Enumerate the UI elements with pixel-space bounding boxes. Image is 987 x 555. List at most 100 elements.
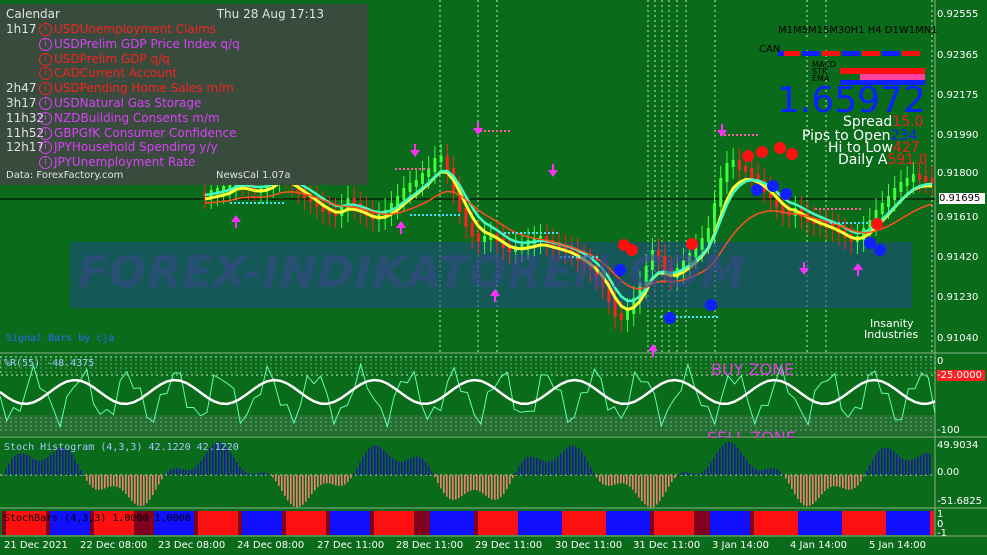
hist-bar (416, 456, 418, 475)
hist-bar (71, 454, 73, 475)
level-dot (827, 208, 829, 210)
hist-bar (164, 474, 166, 476)
stoch-bar (722, 511, 726, 535)
event-title: Pending Home Sales m/m (79, 81, 234, 96)
hist-bar (314, 475, 316, 491)
level-dot (838, 222, 840, 224)
stoch-bar (606, 511, 610, 535)
tf-strip (882, 51, 900, 56)
stoch-bar (898, 511, 902, 535)
level-dot (254, 202, 256, 204)
hist-bar (14, 455, 16, 475)
stoch-bar (374, 511, 378, 535)
hist-bar (833, 475, 835, 487)
hist-bar (191, 469, 193, 475)
stoch-bar (518, 511, 522, 535)
hist-bar (50, 454, 52, 475)
event-currency: GBP (54, 125, 79, 140)
hist-bar (254, 473, 256, 475)
stoch-bar (774, 511, 778, 535)
price-tick: 0.91420 (937, 252, 979, 263)
stoch-bar (350, 511, 354, 535)
stoch-bar (274, 511, 278, 535)
stoch-bar (414, 511, 418, 535)
stoch-bar (818, 511, 822, 535)
hist-bar (779, 471, 781, 475)
level-dot (728, 134, 730, 136)
level-dot (418, 214, 420, 216)
stoch-bar (642, 511, 646, 535)
hist-bar (356, 468, 358, 475)
event-name: NZDBuilding Consents m/m (54, 111, 220, 125)
stoch-bar (214, 511, 218, 535)
event-name: JPYHousehold Spending y/y (54, 140, 218, 154)
stoch-bar (406, 511, 410, 535)
event-title: GfK Consumer Confidence (78, 125, 237, 140)
hist-bar (857, 475, 859, 486)
hist_axis-tick: 49.9034 (937, 440, 979, 451)
time-tick: 23 Dec 08:00 (158, 540, 226, 551)
hist-bar (380, 447, 382, 475)
hist-bar (116, 475, 118, 487)
stoch-bar (726, 511, 730, 535)
hist-bar (824, 475, 826, 492)
level-dot (488, 130, 490, 132)
hist-bar (275, 475, 277, 482)
event-currency: USD (54, 96, 80, 110)
stoch-bar (370, 511, 374, 535)
level-dot (504, 232, 506, 234)
hist-bar (170, 469, 172, 475)
hist-bar (764, 469, 766, 475)
stoch-bar (542, 511, 546, 535)
stoch-bar (906, 511, 910, 535)
hist-bar (77, 464, 79, 475)
level-dot (552, 232, 554, 234)
hist-bar (638, 475, 640, 498)
hist-bar (500, 475, 502, 498)
hist-bar (353, 473, 355, 475)
stoch-bar (306, 511, 310, 535)
calendar-source: Data: ForexFactory.com (6, 170, 124, 181)
info-icon: i (39, 52, 52, 66)
hist-bar (515, 472, 517, 475)
stoch-bar (250, 511, 254, 535)
stoch-bar (366, 511, 370, 535)
hist-bar (131, 475, 133, 501)
stoch-bar (646, 511, 650, 535)
level-dot (458, 214, 460, 216)
level-dot (411, 168, 413, 170)
event-name: USDPending Home Sales m/m (54, 81, 234, 95)
hist-bar (707, 466, 709, 475)
signal-arrow-stem (235, 222, 237, 228)
hist-bar (473, 475, 475, 491)
info-icon: i (39, 67, 52, 81)
hist-bar (719, 448, 721, 475)
hist-bar (137, 475, 139, 506)
time-tick: 31 Dec 11:00 (633, 540, 701, 551)
stoch-bar (334, 511, 338, 535)
info-icon: i (39, 156, 52, 170)
stoch-bar (734, 511, 738, 535)
price-tick: 0.92175 (937, 90, 979, 101)
stoch-bar (822, 511, 826, 535)
level-dot (847, 208, 849, 210)
stoch-bar (486, 511, 490, 535)
candle-body (880, 203, 884, 214)
stoch-bar (830, 511, 834, 535)
info-icon: i (39, 126, 52, 140)
candle-body (626, 310, 630, 320)
level-dot (839, 208, 841, 210)
stoch-bar (686, 511, 690, 535)
price-tick: 0.91230 (937, 292, 979, 303)
time-tick: 21 Dec 2021 (4, 540, 68, 551)
stoch-bar (202, 511, 206, 535)
hist-bar (377, 445, 379, 475)
hist-bar (125, 475, 127, 494)
stoch-bar (278, 511, 282, 535)
stoch-bar (526, 511, 530, 535)
stoch-bar (738, 511, 742, 535)
hist-bar (278, 475, 280, 486)
hist-bar (680, 473, 682, 475)
stoch-bar (342, 511, 346, 535)
stoch-bar (590, 511, 594, 535)
